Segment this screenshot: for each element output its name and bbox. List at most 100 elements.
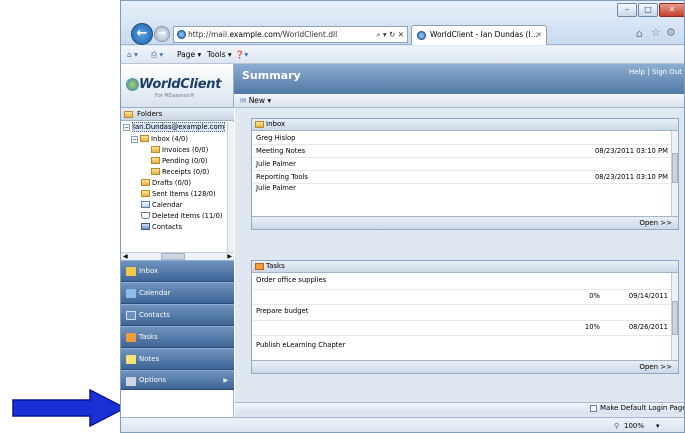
nav-tasks[interactable]: Tasks (121, 326, 234, 348)
nav-label: Tasks (139, 333, 158, 341)
zoom-dropdown-icon[interactable]: ▾ (656, 418, 660, 432)
logo-text: WorldClient (139, 77, 222, 92)
close-window-button[interactable]: ✕ (659, 3, 684, 17)
list-item[interactable]: Reporting Tools 08/23/2011 03:10 PM (252, 171, 672, 184)
inbox-icon (126, 267, 136, 276)
list-item[interactable]: Meeting Notes 08/23/2011 03:10 PM (252, 145, 672, 158)
back-button[interactable]: ← (131, 23, 153, 45)
maximize-button[interactable]: □ (638, 3, 658, 17)
tree-item-deleted[interactable]: Deleted Items (11/0) (141, 212, 223, 222)
message-from: Julie Palmer (256, 184, 296, 192)
tab-worldclient[interactable]: WorldClient - Ian Dundas (I... ✕ (411, 25, 547, 45)
favorites-star-icon[interactable]: ☆ (651, 26, 661, 39)
logo-subtitle: For MDaemon® (155, 93, 195, 99)
nav-notes[interactable]: Notes (121, 348, 234, 370)
inbox-panel-footer: Open >> (252, 216, 678, 229)
tree-item-calendar[interactable]: Calendar (141, 201, 183, 211)
list-item[interactable]: Julie Palmer (252, 158, 672, 171)
trash-icon (141, 212, 150, 219)
task-due: 09/14/2011 (628, 292, 668, 300)
nav-label: Inbox (139, 267, 159, 275)
new-button[interactable]: ✉ New ▾ (240, 96, 271, 105)
calendar-icon (126, 289, 136, 298)
help-icon[interactable]: ❓▾ (235, 46, 248, 63)
nav-inbox[interactable]: Inbox (121, 260, 234, 282)
tree-item-receipts[interactable]: Receipts (0/0) (151, 168, 209, 178)
tab-close-icon[interactable]: ✕ (536, 26, 542, 44)
nav-options[interactable]: Options ▶ (121, 370, 234, 390)
tree-item-label: Receipts (0/0) (162, 168, 210, 176)
address-controls[interactable]: ⌕ ▾ ↻ ✕ (373, 27, 404, 42)
tools-menu[interactable]: Tools ▾ (207, 46, 232, 63)
table-row[interactable]: Order office supplies (252, 274, 672, 290)
tree-item-contacts[interactable]: Contacts (141, 223, 182, 233)
tasks-scroll-thumb[interactable] (672, 301, 678, 335)
nav-label: Contacts (139, 311, 170, 319)
folder-tree-vscrollbar[interactable] (227, 122, 234, 252)
contacts-icon (141, 223, 150, 230)
tree-item-drafts[interactable]: Drafts (0/0) (141, 179, 191, 189)
tasks-open-link[interactable]: Open >> (639, 363, 672, 371)
table-row[interactable]: 0% 09/14/2011 (252, 290, 672, 305)
scroll-right-icon[interactable]: ▶ (227, 253, 232, 260)
folder-tree-hscrollbar[interactable]: ◀ ▶ (121, 252, 234, 260)
home-icon[interactable]: ⌂ (636, 27, 643, 40)
list-item[interactable]: Greg Hislop (252, 132, 672, 145)
tree-item-label: Sent Items (128/0) (152, 190, 216, 198)
inbox-open-link[interactable]: Open >> (639, 219, 672, 227)
tasks-panel-title: Tasks (266, 262, 285, 270)
tree-item-sent[interactable]: Sent Items (128/0) (141, 190, 216, 200)
inbox-scroll-thumb[interactable] (672, 153, 678, 183)
home-page-icon[interactable]: ⌂ ▾ (127, 46, 138, 63)
tasks-panel: Tasks Order office supplies 0% 09/14/2011… (251, 260, 679, 374)
collapse-icon[interactable]: − (123, 124, 130, 131)
zoom-icon: ⚲ (614, 422, 620, 430)
print-icon[interactable]: ⎙ ▾ (151, 46, 163, 63)
nav-contacts[interactable]: Contacts (121, 304, 234, 326)
minimize-button[interactable]: – (617, 3, 637, 17)
nav-calendar[interactable]: Calendar (121, 282, 234, 304)
nav-label: Options (139, 376, 167, 384)
command-bar: ⌂ ▾ ⎙ ▾ Page ▾ Tools ▾ ❓▾ (121, 46, 684, 64)
app-header: Summary Help | Sign Out (234, 64, 684, 94)
tree-item-label: Drafts (0/0) (152, 179, 192, 187)
tasks-scrollbar[interactable] (671, 273, 678, 361)
hscroll-thumb[interactable] (161, 253, 185, 260)
help-signout-links[interactable]: Help | Sign Out (629, 68, 682, 76)
forward-button[interactable]: → (154, 26, 170, 42)
collapse-icon[interactable]: − (131, 136, 138, 143)
table-row[interactable]: 10% 08/26/2011 (252, 321, 672, 336)
message-date: 08/23/2011 03:10 PM (594, 173, 668, 181)
table-row[interactable]: Prepare budget (252, 305, 672, 321)
message-date: 08/23/2011 03:10 PM (594, 147, 668, 155)
task-name: Publish eLearning Chapter (256, 341, 346, 349)
folders-header: Folders (121, 108, 234, 121)
address-bar[interactable]: http://mail.example.com/WorldClient.dll … (173, 26, 408, 43)
page-menu[interactable]: Page ▾ (177, 46, 201, 63)
table-row[interactable]: Publish eLearning Chapter (252, 336, 672, 352)
worldclient-logo: WorldClient For MDaemon® (121, 64, 234, 108)
inbox-scrollbar[interactable] (671, 131, 678, 217)
nav-label: Calendar (139, 289, 171, 297)
tree-item-label: Inbox (4/0) (151, 135, 189, 143)
inbox-panel-header: Inbox (252, 119, 678, 131)
tree-item-inbox[interactable]: − Inbox (4/0) (131, 135, 188, 145)
task-name: Order office supplies (256, 276, 327, 284)
options-icon (126, 377, 136, 386)
list-item[interactable]: Julie Palmer (252, 184, 672, 192)
folder-icon (151, 157, 160, 164)
tree-item-label: Invoices (0/0) (162, 146, 209, 154)
folder-icon (151, 168, 160, 175)
scroll-left-icon[interactable]: ◀ (123, 253, 128, 260)
zoom-level[interactable]: 100% (624, 418, 644, 432)
folder-tree: − Ian.Dundas@example.com − Inbox (4/0) Inv… (121, 122, 227, 252)
make-default-checkbox[interactable] (590, 405, 597, 412)
tree-item-invoices[interactable]: Invoices (0/0) (151, 146, 208, 156)
tasks-panel-footer: Open >> (252, 360, 678, 373)
browser-statusbar: ⚲ 100% ▾ (121, 417, 684, 432)
folder-icon (141, 190, 150, 197)
tree-item-account[interactable]: − Ian.Dundas@example.com (123, 122, 226, 133)
settings-gear-icon[interactable]: ⚙ (666, 26, 676, 39)
tree-item-pending[interactable]: Pending (0/0) (151, 157, 208, 167)
tree-item-label: Deleted Items (11/0) (152, 212, 223, 220)
